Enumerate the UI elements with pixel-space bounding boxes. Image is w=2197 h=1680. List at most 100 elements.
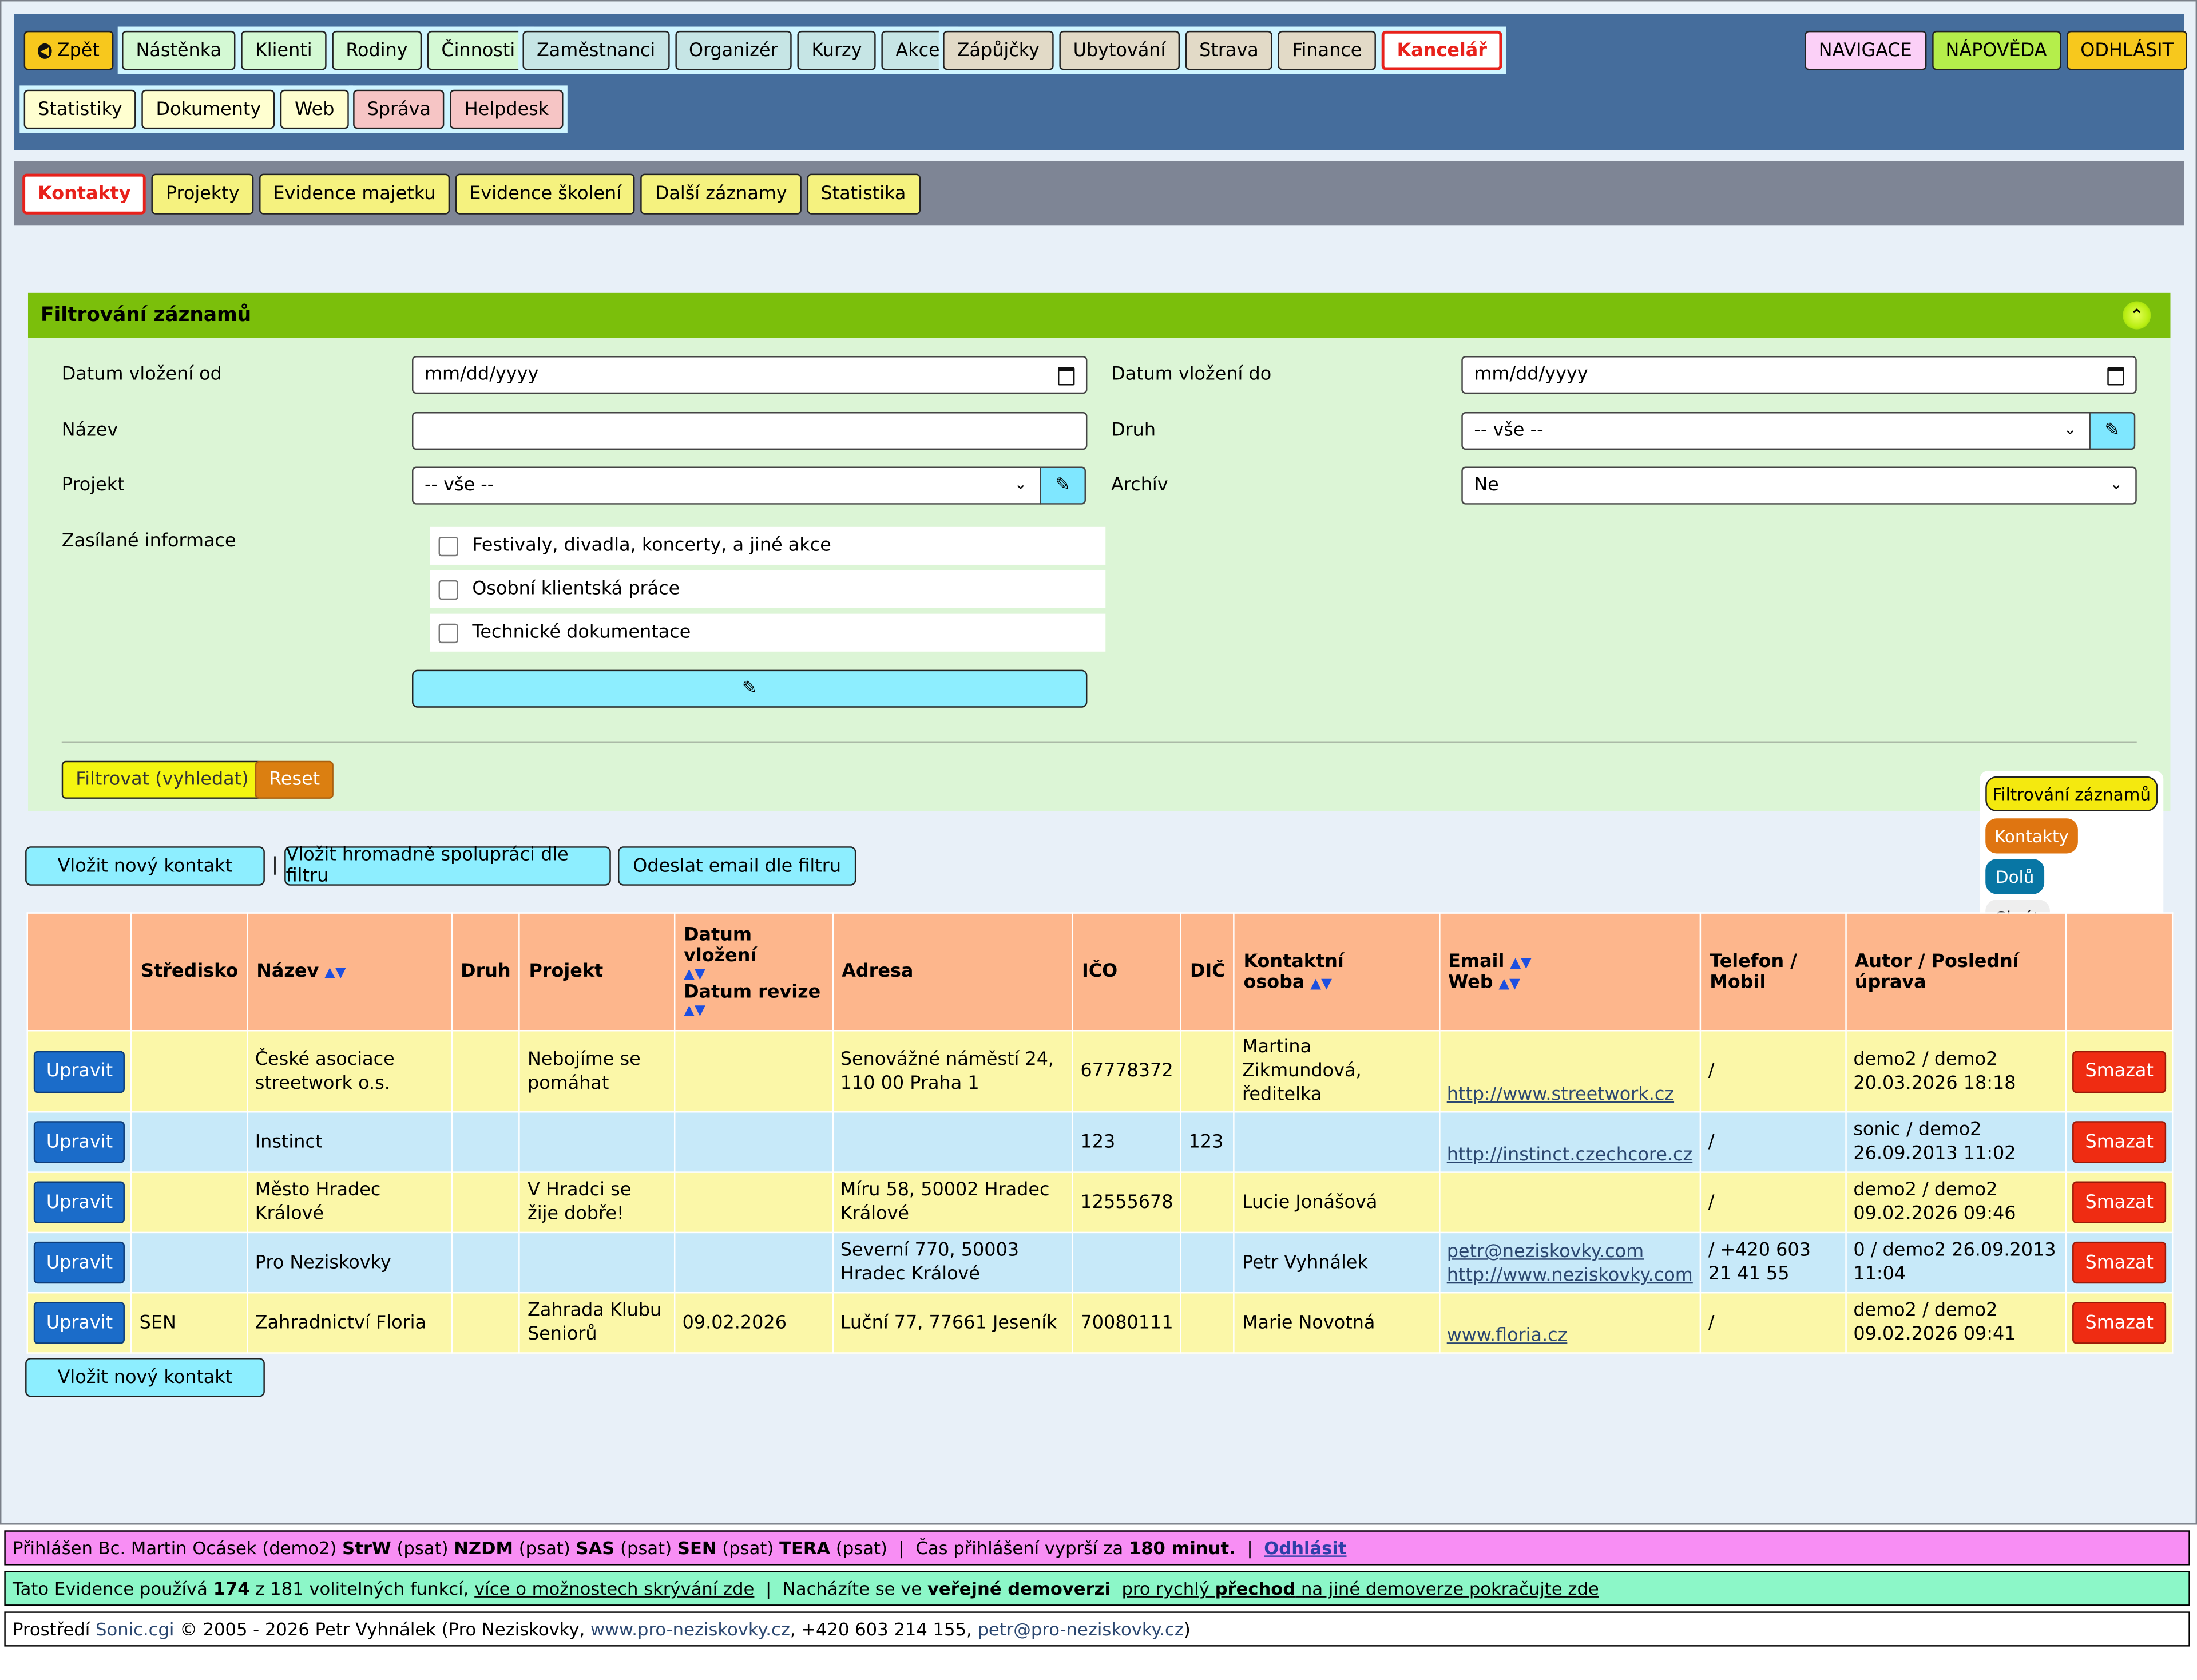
edit-icon: ✎ bbox=[1055, 475, 1070, 496]
new-contact-button-bottom[interactable]: Vložit nový kontakt bbox=[25, 1358, 265, 1397]
tab-statistika[interactable]: Statistika bbox=[807, 173, 920, 215]
nav-statistiky[interactable]: Statistiky bbox=[23, 89, 137, 129]
bulk-cooperation-button[interactable]: Vložit hromadně spolupráci dle filtru bbox=[284, 845, 611, 887]
footer-mail-link[interactable]: petr@pro-neziskovky.cz bbox=[977, 1619, 1183, 1640]
tab-projekty[interactable]: Projekty bbox=[152, 173, 254, 215]
col-email-web[interactable]: Email ▲▼ Web ▲▼ bbox=[1438, 912, 1702, 1032]
info-option-festivals[interactable]: Festivaly, divadla, koncerty, a jiné akc… bbox=[430, 526, 1106, 565]
cell-contact bbox=[1234, 1111, 1440, 1173]
chevron-up-icon[interactable]: ⌃ bbox=[2123, 301, 2151, 330]
edit-button[interactable]: Upravit bbox=[33, 1241, 126, 1284]
date-from-input[interactable]: mm/dd/yyyy bbox=[412, 356, 1088, 394]
delete-button[interactable]: Smazat bbox=[2072, 1302, 2167, 1344]
back-button[interactable]: ◀ Zpět bbox=[23, 30, 114, 70]
edit-button[interactable]: Upravit bbox=[33, 1181, 126, 1223]
delete-button[interactable]: Smazat bbox=[2072, 1181, 2167, 1223]
nav-ubytovani[interactable]: Ubytování bbox=[1059, 30, 1180, 70]
cell-address: Luční 77, 77661 Jeseník bbox=[832, 1291, 1074, 1354]
web-link[interactable]: http://www.streetwork.cz bbox=[1447, 1085, 1674, 1106]
footer-logout-link[interactable]: Odhlásit bbox=[1264, 1538, 1346, 1559]
footer-demo-link[interactable]: pro rychlý přechod na jiné demoverze pok… bbox=[1121, 1578, 1599, 1599]
cell-phone: / bbox=[1700, 1291, 1847, 1354]
table-row: Upravit Instinct 123 123 http://instinct.cze… bbox=[26, 1111, 2174, 1173]
delete-button[interactable]: Smazat bbox=[2072, 1050, 2167, 1092]
sort-arrows-icon[interactable]: ▲▼ bbox=[1498, 976, 1520, 992]
web-link[interactable]: http://www.neziskovky.com bbox=[1447, 1265, 1693, 1286]
nav-kurzy[interactable]: Kurzy bbox=[797, 30, 877, 70]
info-edit-button[interactable]: ✎ bbox=[412, 669, 1088, 708]
nav-cinnosti[interactable]: Činnosti bbox=[427, 30, 529, 70]
project-edit-button[interactable]: ✎ bbox=[1040, 466, 1086, 505]
footer-hiding-link[interactable]: více o možnostech skrývání zde bbox=[474, 1578, 754, 1599]
nav-nastenka[interactable]: Nástěnka bbox=[122, 30, 236, 70]
napoveda-button[interactable]: NÁPOVĚDA bbox=[1932, 30, 2061, 70]
send-email-button[interactable]: Odeslat email dle filtru bbox=[618, 846, 856, 886]
checkbox[interactable] bbox=[438, 536, 458, 556]
type-select[interactable]: -- vše -- ⌄ bbox=[1461, 412, 2091, 450]
checkbox[interactable] bbox=[438, 579, 458, 599]
quick-nav-filter[interactable]: Filtrování záznamů bbox=[1985, 776, 2158, 811]
nav-sprava[interactable]: Správa bbox=[353, 89, 445, 129]
sort-arrows-icon[interactable]: ▲▼ bbox=[1310, 976, 1332, 992]
nav-dokumenty[interactable]: Dokumenty bbox=[141, 89, 275, 129]
footer-site-link[interactable]: www.pro-neziskovky.cz bbox=[590, 1619, 790, 1640]
sort-arrows-icon[interactable]: ▲▼ bbox=[324, 965, 346, 981]
nav-zamestnanci[interactable]: Zaměstnanci bbox=[522, 30, 669, 70]
col-name[interactable]: Název ▲▼ bbox=[247, 912, 453, 1032]
edit-cell: Upravit bbox=[26, 1231, 133, 1294]
archive-select[interactable]: Ne ⌄ bbox=[1461, 466, 2137, 505]
web-link[interactable]: http://instinct.czechcore.cz bbox=[1447, 1145, 1693, 1166]
nav-strava[interactable]: Strava bbox=[1185, 30, 1273, 70]
web-link[interactable]: www.floria.cz bbox=[1447, 1326, 1568, 1347]
content-frame: ◀ Zpět Nástěnka Klienti Rodiny Činnosti … bbox=[0, 0, 2197, 1525]
edit-button[interactable]: Upravit bbox=[33, 1302, 126, 1344]
checkbox[interactable] bbox=[438, 623, 458, 643]
nav-klienti[interactable]: Klienti bbox=[241, 30, 327, 70]
nav-kancelar-active[interactable]: Kancelář bbox=[1381, 30, 1502, 70]
edit-button[interactable]: Upravit bbox=[33, 1050, 126, 1092]
filter-reset-button[interactable]: Reset bbox=[255, 760, 334, 799]
nav-organizer[interactable]: Organizér bbox=[675, 30, 792, 70]
sort-arrows-icon[interactable]: ▲▼ bbox=[684, 967, 823, 982]
footer-sonic-link[interactable]: Sonic.cgi bbox=[96, 1619, 174, 1640]
navigace-button[interactable]: NAVIGACE bbox=[1805, 30, 1926, 70]
email-link[interactable]: petr@neziskovky.com bbox=[1447, 1242, 1644, 1263]
footer-orgs: StrW (psat) NZDM (psat) SAS (psat) SEN (… bbox=[342, 1538, 887, 1559]
name-input[interactable] bbox=[412, 412, 1088, 450]
col-contact[interactable]: Kontaktní osoba ▲▼ bbox=[1234, 912, 1440, 1032]
main-navigation: ◀ Zpět Nástěnka Klienti Rodiny Činnosti … bbox=[14, 14, 2188, 150]
type-edit-button[interactable]: ✎ bbox=[2089, 412, 2136, 450]
tab-dalsi-zaznamy[interactable]: Další záznamy bbox=[641, 173, 802, 215]
nav-web[interactable]: Web bbox=[280, 89, 348, 129]
filter-submit-button[interactable]: Filtrovat (vyhledat) bbox=[61, 760, 263, 799]
date-to-input[interactable]: mm/dd/yyyy bbox=[1461, 356, 2137, 394]
tab-evidence-skoleni[interactable]: Evidence školení bbox=[455, 173, 636, 215]
delete-button[interactable]: Smazat bbox=[2072, 1121, 2167, 1163]
info-option-client-work[interactable]: Osobní klientská práce bbox=[430, 570, 1106, 608]
quick-nav-down[interactable]: Dolů bbox=[1985, 859, 2045, 894]
cell-address: Míru 58, 50002 Hradec Králové bbox=[832, 1171, 1074, 1234]
delete-button[interactable]: Smazat bbox=[2072, 1241, 2167, 1284]
cell-address bbox=[832, 1111, 1074, 1173]
nav-finance[interactable]: Finance bbox=[1278, 30, 1376, 70]
cell-center bbox=[130, 1231, 248, 1294]
sort-arrows-icon[interactable]: ▲▼ bbox=[1510, 955, 1532, 970]
project-select[interactable]: -- vše -- ⌄ bbox=[412, 466, 1041, 505]
tab-kontakty-active[interactable]: Kontakty bbox=[22, 173, 146, 215]
col-dates[interactable]: Datum vložení ▲▼ Datum revize ▲▼ bbox=[673, 912, 834, 1032]
filter-panel-title: Filtrování záznamů bbox=[41, 304, 252, 327]
new-contact-button[interactable]: Vložit nový kontakt bbox=[25, 846, 265, 886]
nav-helpdesk[interactable]: Helpdesk bbox=[450, 89, 563, 129]
info-option-tech-docs[interactable]: Technické dokumentace bbox=[430, 613, 1106, 652]
nav-group-services: Zápůjčky Ubytování Strava Finance Kancel… bbox=[938, 26, 1507, 74]
quick-nav-contacts[interactable]: Kontakty bbox=[1985, 818, 2078, 854]
tab-evidence-majetku[interactable]: Evidence majetku bbox=[259, 173, 450, 215]
sort-arrows-icon[interactable]: ▲▼ bbox=[684, 1003, 823, 1019]
nav-zapujcky[interactable]: Zápůjčky bbox=[943, 30, 1054, 70]
edit-button[interactable]: Upravit bbox=[33, 1121, 126, 1163]
nav-rodiny[interactable]: Rodiny bbox=[331, 30, 422, 70]
col-center: Středisko bbox=[130, 912, 248, 1032]
cell-email-web: petr@neziskovky.com http://www.neziskovky… bbox=[1438, 1231, 1702, 1294]
cell-phone: / bbox=[1700, 1030, 1847, 1113]
odhlasit-button[interactable]: ODHLÁSIT bbox=[2066, 30, 2188, 70]
